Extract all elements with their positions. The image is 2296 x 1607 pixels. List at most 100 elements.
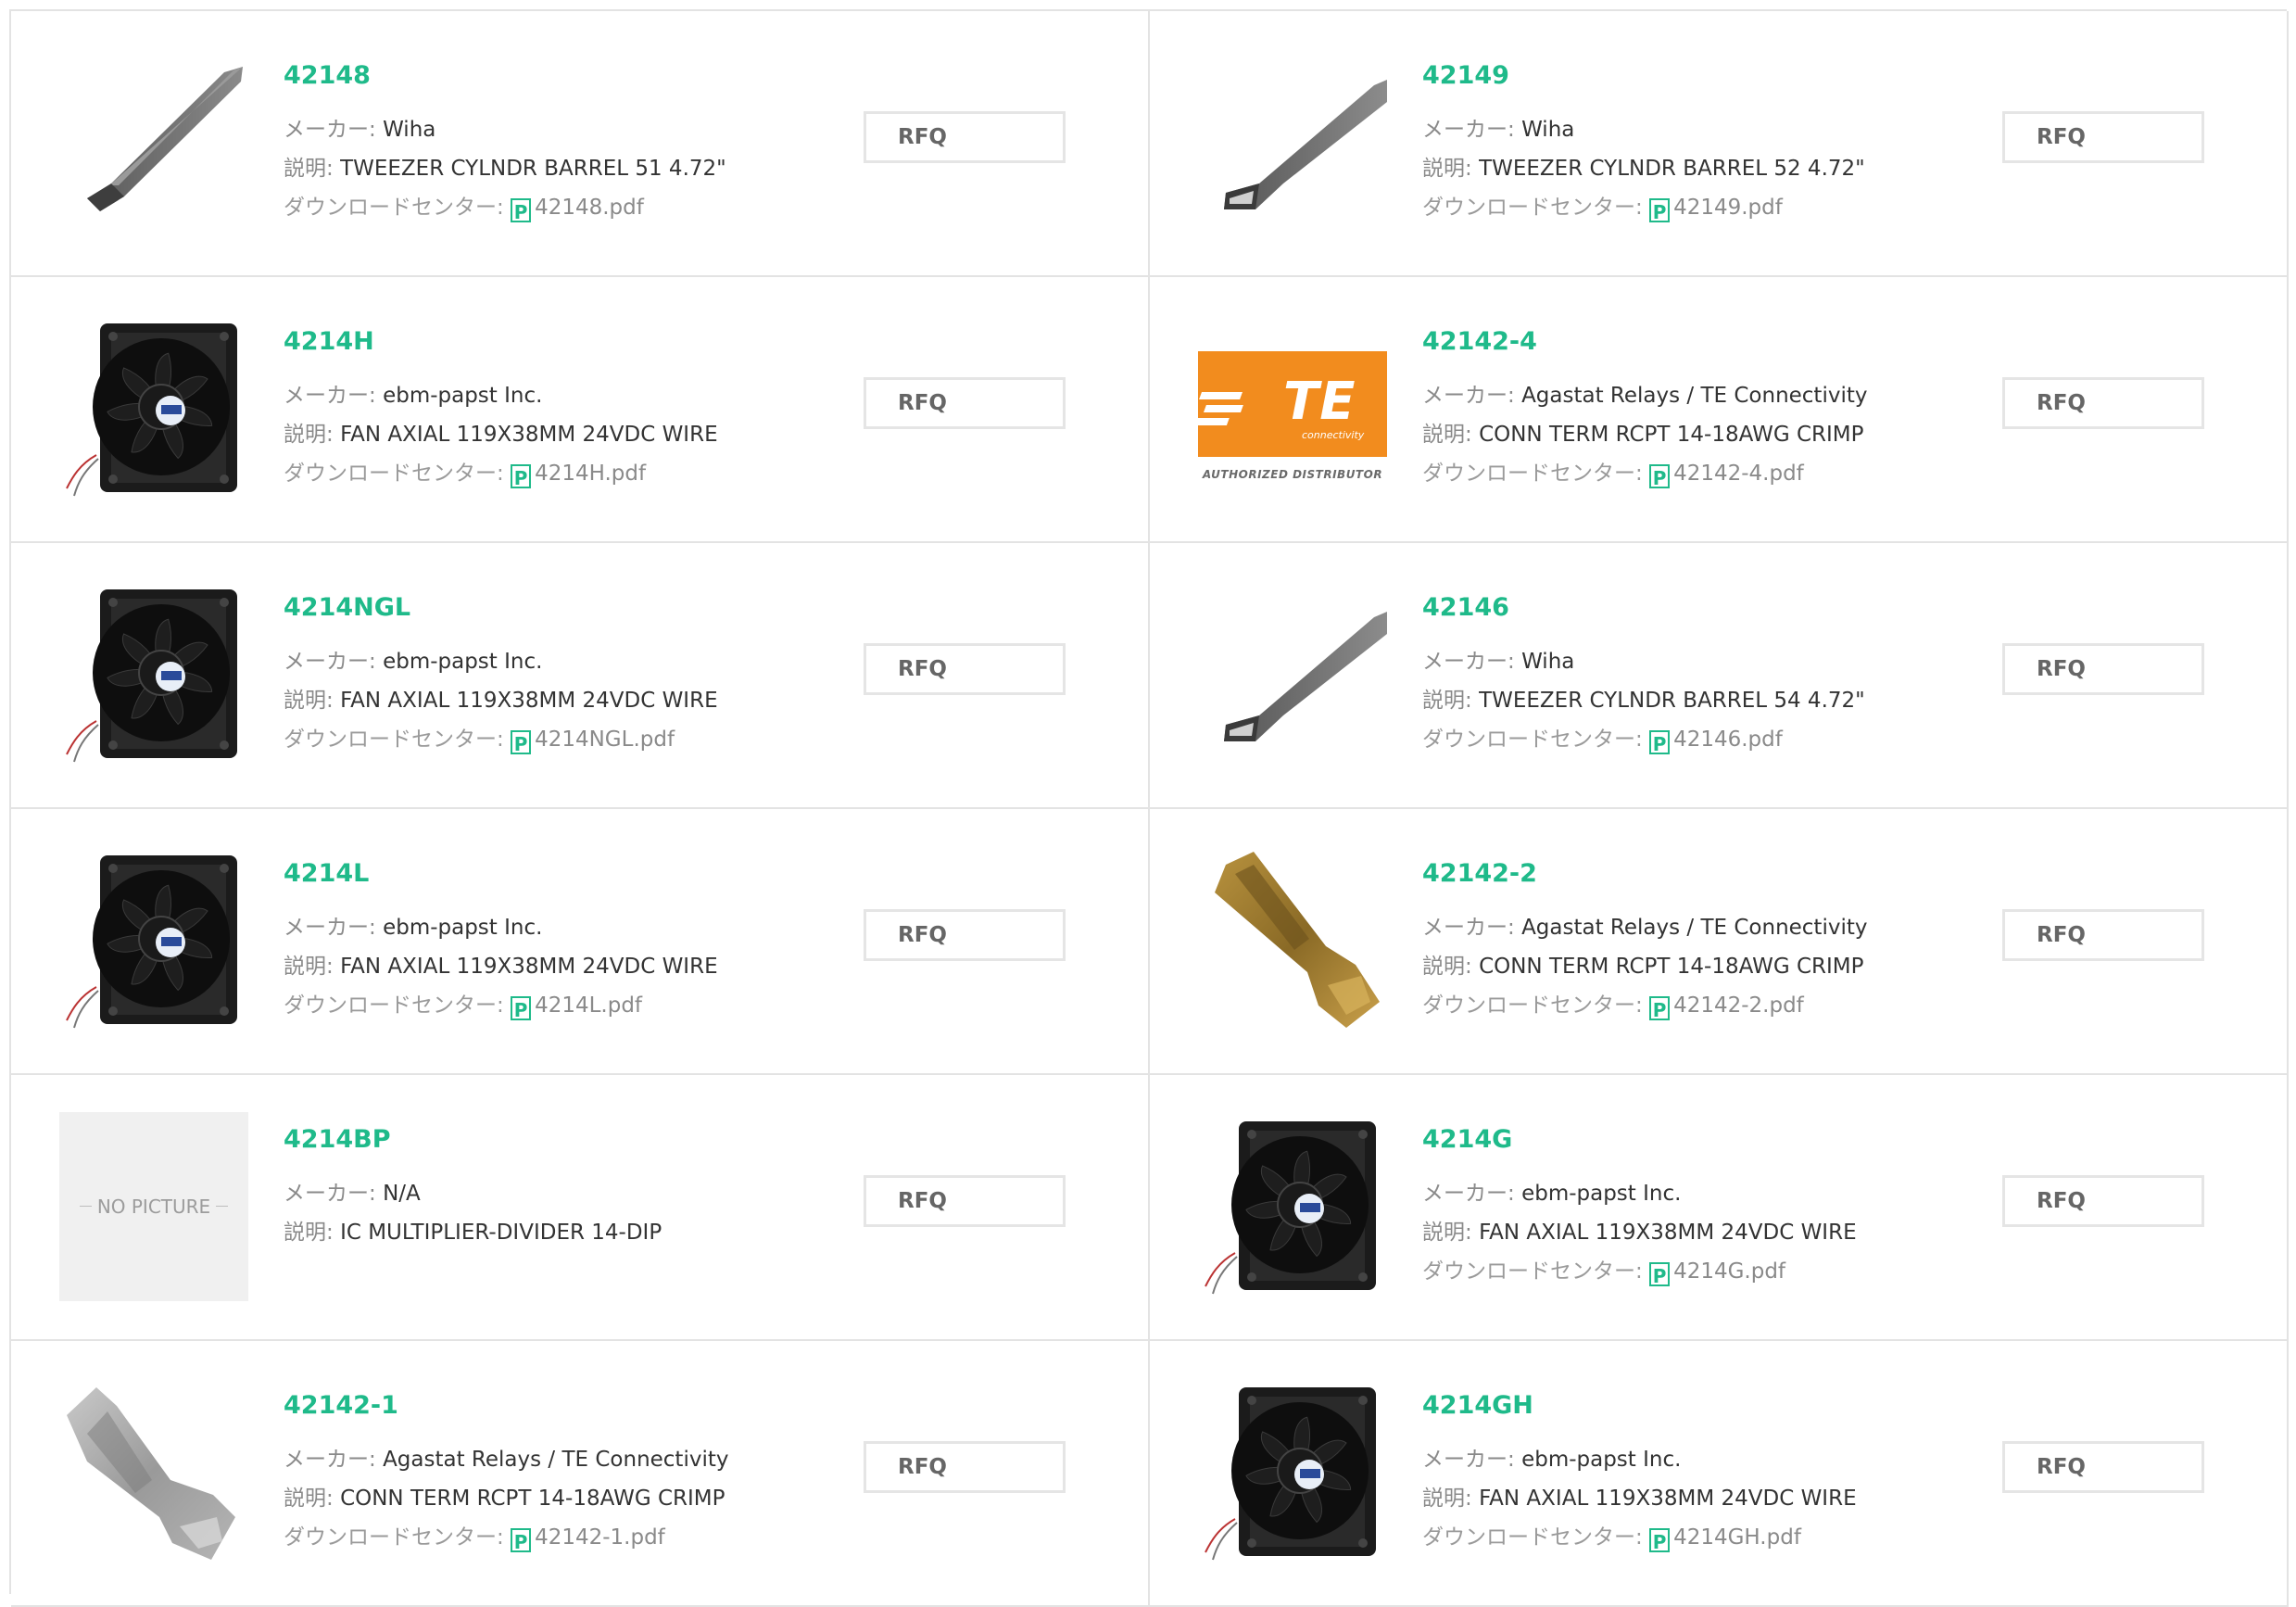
download-label: ダウンロードセンター: (284, 1525, 511, 1550)
description-label: 説明: (284, 955, 341, 979)
tweezer-icon[interactable] (1198, 580, 1387, 769)
download-label: ダウンロードセンター: (1422, 728, 1650, 752)
pdf-link[interactable]: 4214L.pdf (535, 993, 642, 1018)
part-number-link[interactable]: 42146 (1422, 592, 2015, 624)
pdf-icon[interactable]: P (511, 996, 532, 1021)
maker-label: メーカー: (1422, 916, 1522, 940)
description-label: 説明: (284, 689, 341, 713)
download-row: ダウンロードセンター: P 4214G.pdf (1422, 1252, 2015, 1291)
pdf-link[interactable]: 4214H.pdf (535, 462, 646, 486)
description-row: 説明: TWEEZER CYLNDR BARREL 54 4.72" (1422, 681, 2015, 720)
pdf-icon[interactable]: P (1649, 198, 1671, 223)
part-number-link[interactable]: 42148 (284, 60, 877, 92)
rfq-button[interactable]: RFQ (2002, 909, 2204, 961)
description-label: 説明: (1422, 955, 1480, 979)
maker-label: メーカー: (284, 118, 384, 142)
maker-label: メーカー: (1422, 1182, 1522, 1206)
pdf-icon[interactable]: P (1649, 996, 1671, 1021)
fan-icon[interactable] (1198, 1378, 1387, 1567)
pdf-icon[interactable]: P (511, 1528, 532, 1553)
description-label: 説明: (1422, 157, 1480, 181)
pdf-link[interactable]: 42146.pdf (1673, 728, 1783, 752)
rfq-button[interactable]: RFQ (2002, 1175, 2204, 1227)
description-row: 説明: IC MULTIPLIER-DIVIDER 14-DIP (284, 1213, 877, 1252)
te-logo-image[interactable]: TE connectivity AUTHORIZED DISTRIBUTOR (1198, 314, 1387, 503)
maker-label: メーカー: (284, 1448, 384, 1472)
silver-terminal-icon[interactable] (59, 1378, 248, 1567)
part-number-link[interactable]: 42142-1 (284, 1390, 877, 1422)
description-row: 説明: TWEEZER CYLNDR BARREL 52 4.72" (1422, 149, 2015, 188)
description-label: 説明: (284, 157, 341, 181)
description-row: 説明: FAN AXIAL 119X38MM 24VDC WIRE (284, 947, 877, 986)
authorized-distributor-caption: AUTHORIZED DISTRIBUTOR (1202, 468, 1383, 481)
rfq-button[interactable]: RFQ (2002, 377, 2204, 429)
product-info: 4214G メーカー: ebm-papst Inc. 説明: FAN AXIAL… (1422, 1124, 2015, 1291)
product-info: 4214GH メーカー: ebm-papst Inc. 説明: FAN AXIA… (1422, 1390, 2015, 1557)
description-label: 説明: (1422, 423, 1480, 447)
pdf-icon[interactable]: P (511, 730, 532, 755)
brass-terminal-icon[interactable] (1198, 846, 1387, 1035)
description-value: CONN TERM RCPT 14-18AWG CRIMP (1479, 423, 1864, 447)
pdf-link[interactable]: 42142-2.pdf (1673, 993, 1804, 1018)
part-number-link[interactable]: 4214G (1422, 1124, 2015, 1156)
part-number-link[interactable]: 42142-2 (1422, 858, 2015, 890)
product-info: 42146 メーカー: Wiha 説明: TWEEZER CYLNDR BARR… (1422, 592, 2015, 759)
maker-row: メーカー: Wiha (1422, 642, 2015, 681)
product-card: 4214GH メーカー: ebm-papst Inc. 説明: FAN AXIA… (1150, 1341, 2289, 1607)
pdf-icon[interactable]: P (1649, 1262, 1671, 1287)
pdf-icon[interactable]: P (511, 198, 532, 223)
pdf-icon[interactable]: P (1649, 464, 1671, 489)
part-number-link[interactable]: 4214BP (284, 1124, 877, 1156)
rfq-button[interactable]: RFQ (2002, 1441, 2204, 1493)
product-info: 42142-4 メーカー: Agastat Relays / TE Connec… (1422, 326, 2015, 493)
no-picture-image[interactable]: NO PICTURE (59, 1112, 248, 1301)
download-label: ダウンロードセンター: (1422, 1525, 1650, 1550)
description-row: 説明: CONN TERM RCPT 14-18AWG CRIMP (284, 1479, 877, 1518)
description-row: 説明: TWEEZER CYLNDR BARREL 51 4.72" (284, 149, 877, 188)
product-card: TE connectivity AUTHORIZED DISTRIBUTOR 421… (1150, 277, 2289, 543)
fan-icon[interactable] (1198, 1112, 1387, 1301)
part-number-link[interactable]: 4214NGL (284, 592, 877, 624)
pdf-icon[interactable]: P (511, 464, 532, 489)
product-info: 42142-1 メーカー: Agastat Relays / TE Connec… (284, 1390, 877, 1557)
maker-label: メーカー: (284, 384, 384, 408)
part-number-link[interactable]: 42149 (1422, 60, 2015, 92)
maker-row: メーカー: ebm-papst Inc. (284, 376, 877, 415)
maker-value: Wiha (383, 118, 436, 142)
pdf-icon[interactable]: P (1649, 1528, 1671, 1553)
rfq-button[interactable]: RFQ (864, 909, 1066, 961)
pdf-icon[interactable]: P (1649, 730, 1671, 755)
pdf-link[interactable]: 42142-4.pdf (1673, 462, 1804, 486)
maker-row: メーカー: ebm-papst Inc. (1422, 1440, 2015, 1479)
tweezer-icon[interactable] (59, 48, 248, 237)
description-value: IC MULTIPLIER-DIVIDER 14-DIP (340, 1221, 662, 1245)
rfq-button[interactable]: RFQ (2002, 643, 2204, 695)
part-number-link[interactable]: 4214GH (1422, 1390, 2015, 1422)
description-row: 説明: FAN AXIAL 119X38MM 24VDC WIRE (1422, 1213, 2015, 1252)
pdf-link[interactable]: 4214NGL.pdf (535, 728, 675, 752)
download-row: ダウンロードセンター: P 42148.pdf (284, 188, 877, 227)
maker-value: ebm-papst Inc. (383, 650, 543, 674)
fan-icon[interactable] (59, 314, 248, 503)
tweezer-icon[interactable] (1198, 48, 1387, 237)
rfq-button[interactable]: RFQ (864, 643, 1066, 695)
product-card: 42146 メーカー: Wiha 説明: TWEEZER CYLNDR BARR… (1150, 543, 2289, 809)
rfq-button[interactable]: RFQ (2002, 111, 2204, 163)
rfq-button[interactable]: RFQ (864, 377, 1066, 429)
pdf-link[interactable]: 42149.pdf (1673, 196, 1783, 220)
fan-icon[interactable] (59, 846, 248, 1035)
rfq-button[interactable]: RFQ (864, 1441, 1066, 1493)
part-number-link[interactable]: 4214L (284, 858, 877, 890)
pdf-link[interactable]: 4214GH.pdf (1673, 1525, 1801, 1550)
rfq-button[interactable]: RFQ (864, 1175, 1066, 1227)
fan-icon[interactable] (59, 580, 248, 769)
pdf-link[interactable]: 42148.pdf (535, 196, 644, 220)
pdf-link[interactable]: 4214G.pdf (1673, 1259, 1785, 1284)
product-grid: 42148 メーカー: Wiha 説明: TWEEZER CYLNDR BARR… (9, 9, 2289, 1607)
maker-value: Wiha (1521, 118, 1575, 142)
rfq-button[interactable]: RFQ (864, 111, 1066, 163)
pdf-link[interactable]: 42142-1.pdf (535, 1525, 665, 1550)
part-number-link[interactable]: 4214H (284, 326, 877, 358)
part-number-link[interactable]: 42142-4 (1422, 326, 2015, 358)
product-card: 42149 メーカー: Wiha 説明: TWEEZER CYLNDR BARR… (1150, 11, 2289, 277)
